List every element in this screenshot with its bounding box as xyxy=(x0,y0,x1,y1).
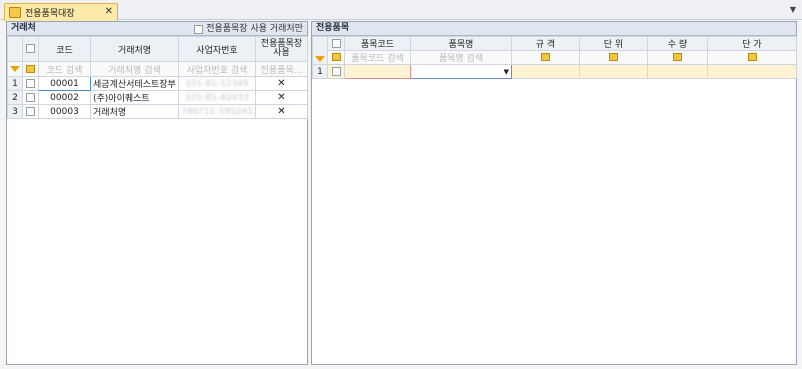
select-all-cell[interactable] xyxy=(22,36,39,62)
panel-title: 전용품목 xyxy=(312,22,796,36)
panel-title: 거래처 전용품목장 사용 거래처만 xyxy=(7,22,307,36)
col-header-use[interactable]: 전용품목장 사용 xyxy=(255,36,308,62)
row-number: 2 xyxy=(7,90,23,105)
table-row[interactable]: 1 00001 세금계산서테스트장부 101-81-12345 ✕ xyxy=(7,76,308,91)
vendor-use-flag[interactable]: ✕ xyxy=(255,76,308,91)
edit-icon[interactable] xyxy=(673,53,682,61)
vendor-code[interactable]: 00001 xyxy=(38,76,91,91)
filter-biz-input[interactable]: 사업자번호 검색 xyxy=(178,61,256,77)
edit-icon[interactable] xyxy=(331,53,341,61)
row-number: 1 xyxy=(7,76,23,91)
row-checkbox-cell[interactable] xyxy=(22,90,39,105)
row-checkbox[interactable] xyxy=(26,78,35,88)
filter-code-input[interactable]: 코드 검색 xyxy=(38,61,91,77)
col-header-item-code[interactable]: 품목코드 xyxy=(344,36,411,51)
items-grid: 품목코드 품목명 규 격 단 위 수 량 단 가 품목코드 검색 품목명 검색 … xyxy=(312,36,797,79)
filter-item-name-input[interactable]: 품목명 검색 xyxy=(410,50,512,65)
col-header-spec[interactable]: 규 격 xyxy=(511,36,580,51)
edit-icon[interactable] xyxy=(747,53,757,61)
spec-edit-cell[interactable] xyxy=(511,50,580,65)
filter-icon-cell[interactable] xyxy=(7,61,23,77)
unit-edit-cell[interactable] xyxy=(579,50,648,65)
vendor-use-flag[interactable]: ✕ xyxy=(255,90,308,105)
row-number: 1 xyxy=(312,64,328,79)
vendor-biz-number[interactable]: 101-81-42433 xyxy=(178,90,256,105)
funnel-icon[interactable] xyxy=(315,56,325,62)
col-header-code[interactable]: 코드 xyxy=(38,36,91,62)
items-panel: 전용품목 품목코드 품목명 규 격 단 위 수 량 단 가 품목코드 검색 품목… xyxy=(311,21,797,365)
edit-icon[interactable] xyxy=(609,53,618,61)
table-row[interactable]: 3 00003 거래처명 746711-1952413 ✕ xyxy=(7,104,308,119)
only-used-filter[interactable]: 전용품목장 사용 거래처만 xyxy=(194,23,303,36)
col-header-name[interactable]: 거래처명 xyxy=(90,36,179,62)
row-checkbox-cell[interactable] xyxy=(327,64,345,79)
vendor-use-flag[interactable]: ✕ xyxy=(255,104,308,119)
row-checkbox[interactable] xyxy=(26,92,35,102)
vendor-code[interactable]: 00003 xyxy=(38,104,91,119)
items-panel-title: 전용품목 xyxy=(316,23,350,33)
table-row[interactable]: 2 00002 (주)아이퀘스트 101-81-42433 ✕ xyxy=(7,90,308,105)
price-edit-cell[interactable] xyxy=(707,50,797,65)
row-checkbox[interactable] xyxy=(26,106,35,116)
row-checkbox-cell[interactable] xyxy=(22,104,39,119)
vendor-name[interactable]: 세금계산서테스트장부 xyxy=(90,76,179,91)
close-icon[interactable]: ✕ xyxy=(105,6,113,17)
col-header-item-name[interactable]: 품목명 xyxy=(410,36,512,51)
vendor-name[interactable]: 거래처명 xyxy=(90,104,179,119)
unit-cell[interactable] xyxy=(579,64,648,79)
tab-item[interactable]: 전용품목대장 ✕ xyxy=(4,3,118,21)
vendor-name[interactable]: (주)아이퀘스트 xyxy=(90,90,179,105)
only-used-checkbox[interactable] xyxy=(194,25,204,34)
col-header-biz-number[interactable]: 사업자번호 xyxy=(178,36,256,62)
quantity-cell[interactable] xyxy=(647,64,708,79)
col-header-unit[interactable]: 단 위 xyxy=(579,36,648,51)
item-code-cell[interactable] xyxy=(344,64,411,79)
table-row[interactable]: 1 ▼ xyxy=(312,64,797,79)
edit-icon-cell[interactable] xyxy=(327,50,345,65)
row-checkbox-cell[interactable] xyxy=(22,76,39,91)
tab-label: 전용품목대장 xyxy=(25,9,75,19)
price-cell[interactable] xyxy=(707,64,797,79)
vendor-biz-number[interactable]: 101-81-12345 xyxy=(178,76,256,91)
spec-cell[interactable] xyxy=(511,64,580,79)
qty-edit-cell[interactable] xyxy=(647,50,708,65)
edit-icon[interactable] xyxy=(26,64,35,73)
chevron-down-icon[interactable]: ▼ xyxy=(504,68,509,76)
tab-bar: 전용품목대장 ✕ ▼ xyxy=(0,0,802,21)
edit-icon[interactable] xyxy=(541,53,550,61)
filter-use-input[interactable]: 전용품목... xyxy=(255,61,308,77)
filter-item-code-input[interactable]: 품목코드 검색 xyxy=(344,50,411,65)
row-checkbox[interactable] xyxy=(331,66,341,76)
only-used-label: 전용품목장 사용 거래처만 xyxy=(206,24,303,34)
col-header-price[interactable]: 단 가 xyxy=(707,36,797,51)
filter-name-input[interactable]: 거래처명 검색 xyxy=(90,61,179,77)
row-header xyxy=(7,36,23,62)
tab-menu-icon[interactable]: ▼ xyxy=(790,5,796,14)
vendor-code[interactable]: 00002 xyxy=(38,90,91,105)
col-header-quantity[interactable]: 수 량 xyxy=(647,36,708,51)
vendor-panel-title: 거래처 xyxy=(11,23,36,33)
select-all-checkbox[interactable] xyxy=(331,38,341,48)
document-icon xyxy=(9,7,21,18)
select-all-cell[interactable] xyxy=(327,36,345,51)
vendor-grid: 코드 거래처명 사업자번호 전용품목장 사용 코드 검색 거래처명 검색 사업자… xyxy=(7,36,308,119)
edit-icon-cell[interactable] xyxy=(22,61,39,77)
vendor-panel: 거래처 전용품목장 사용 거래처만 코드 거래처명 사업자번호 전용품목장 사용… xyxy=(6,21,308,365)
item-name-dropdown[interactable]: ▼ xyxy=(410,64,512,79)
row-number: 3 xyxy=(7,104,23,119)
vendor-biz-number[interactable]: 746711-1952413 xyxy=(178,104,256,119)
select-all-checkbox[interactable] xyxy=(26,44,35,53)
funnel-icon[interactable] xyxy=(10,65,20,72)
